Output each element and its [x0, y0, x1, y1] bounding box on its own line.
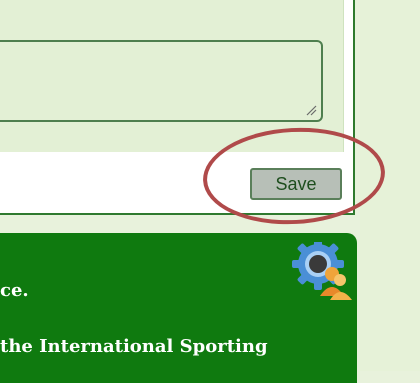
edit-panel: Save — [0, 0, 355, 215]
form-area — [0, 0, 344, 152]
comment-textarea[interactable] — [0, 40, 323, 122]
resize-grip-icon[interactable] — [305, 104, 317, 116]
save-button[interactable]: Save — [250, 168, 342, 200]
community-gear-icon — [292, 242, 352, 300]
panel-text-line-2: the International Sporting — [0, 336, 268, 357]
panel-text-line-1: ce. — [0, 280, 29, 301]
page-background — [360, 0, 420, 371]
